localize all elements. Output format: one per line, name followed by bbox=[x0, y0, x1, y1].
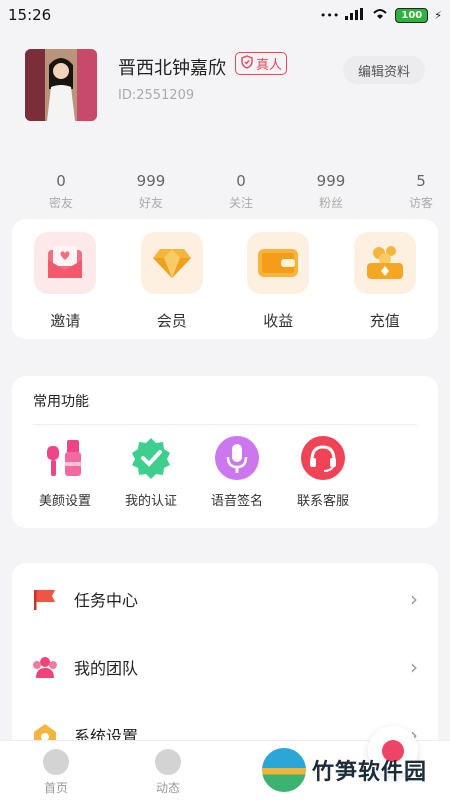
feature-label: 会员 bbox=[156, 312, 187, 330]
common-features-card: 常用功能 美颜设置 我的认证 语音签名 联系客服 bbox=[12, 376, 438, 528]
beauty-settings-button[interactable]: 美颜设置 bbox=[22, 434, 108, 509]
stat-label: 粉丝 bbox=[318, 196, 343, 210]
my-verification-button[interactable]: 我的认证 bbox=[108, 434, 194, 509]
tab-label: 首页 bbox=[43, 781, 68, 795]
stats-row: 0 密友 999 好友 0 关注 999 粉丝 5 访客 bbox=[0, 172, 450, 211]
stat-fans[interactable]: 999 粉丝 bbox=[286, 172, 376, 211]
stat-label: 关注 bbox=[228, 196, 253, 210]
headset-icon bbox=[299, 434, 347, 482]
compass-icon bbox=[155, 749, 181, 775]
team-icon bbox=[32, 654, 58, 680]
stat-following[interactable]: 0 关注 bbox=[196, 172, 286, 211]
common-items: 美颜设置 我的认证 语音签名 联系客服 bbox=[22, 434, 366, 509]
tab-label: 动态 bbox=[155, 781, 180, 795]
tab-home[interactable]: 首页 bbox=[26, 749, 86, 796]
shield-icon bbox=[240, 54, 254, 73]
list-item-label: 我的团队 bbox=[74, 659, 139, 678]
list-item-my-team[interactable]: 我的团队 › bbox=[12, 633, 438, 701]
stat-value: 999 bbox=[316, 172, 346, 190]
stat-label: 好友 bbox=[138, 196, 163, 210]
signal-icon bbox=[345, 7, 365, 23]
coin-box-icon bbox=[353, 232, 416, 294]
diamond-icon bbox=[140, 232, 203, 294]
watermark: 竹笋软件园 bbox=[262, 748, 427, 792]
feature-earnings[interactable]: 收益 bbox=[243, 232, 313, 339]
voice-signature-button[interactable]: 语音签名 bbox=[194, 434, 280, 509]
verified-label: 真人 bbox=[256, 58, 283, 73]
divider bbox=[33, 424, 417, 425]
main-features-card: 邀请 会员 收益 充值 bbox=[12, 219, 438, 339]
list-item-label: 任务中心 bbox=[74, 591, 139, 610]
watermark-text: 竹笋软件园 bbox=[312, 760, 428, 785]
common-item-label: 我的认证 bbox=[124, 494, 177, 509]
wallet-icon bbox=[247, 232, 310, 294]
feature-label: 收益 bbox=[263, 312, 294, 330]
microphone-icon bbox=[213, 434, 261, 482]
chevron-right-icon: › bbox=[410, 655, 418, 679]
feature-label: 邀请 bbox=[50, 312, 81, 330]
common-item-label: 语音签名 bbox=[210, 494, 263, 509]
feature-invite[interactable]: 邀请 bbox=[30, 232, 100, 339]
stat-value: 999 bbox=[136, 172, 166, 190]
feature-recharge[interactable]: 充值 bbox=[350, 232, 420, 339]
list-item-task-center[interactable]: 任务中心 › bbox=[12, 565, 438, 633]
section-title: 常用功能 bbox=[33, 394, 89, 410]
stat-visitors[interactable]: 5 访客 bbox=[376, 172, 450, 211]
wifi-icon bbox=[371, 7, 389, 23]
flag-icon bbox=[32, 586, 58, 612]
home-icon bbox=[43, 749, 69, 775]
feature-vip[interactable]: 会员 bbox=[137, 232, 207, 339]
verified-badge: 真人 bbox=[235, 52, 288, 75]
status-bar: 15:26 ••• 100 ⚡ bbox=[0, 0, 450, 30]
common-item-label: 联系客服 bbox=[296, 494, 349, 509]
profile-header: 晋西北钟嘉欣 真人 ID:2551209 编辑资料 0 密友 999 好友 0 … bbox=[0, 30, 450, 210]
user-id: ID:2551209 bbox=[118, 88, 195, 103]
dots-icon: ••• bbox=[319, 8, 340, 22]
charging-icon: ⚡ bbox=[434, 8, 442, 22]
tab-moments[interactable]: 动态 bbox=[138, 749, 198, 796]
chevron-right-icon: › bbox=[410, 587, 418, 611]
stat-value: 0 bbox=[56, 172, 66, 190]
stat-value: 0 bbox=[236, 172, 246, 190]
contact-support-button[interactable]: 联系客服 bbox=[280, 434, 366, 509]
badge-check-icon bbox=[127, 434, 175, 482]
common-item-label: 美颜设置 bbox=[38, 494, 91, 509]
avatar[interactable] bbox=[25, 49, 97, 121]
status-icons: ••• 100 ⚡ bbox=[320, 7, 442, 23]
feature-label: 充值 bbox=[369, 312, 400, 330]
stat-value: 5 bbox=[416, 172, 426, 190]
watermark-logo-icon bbox=[262, 748, 306, 792]
stat-label: 访客 bbox=[408, 196, 433, 210]
battery-indicator: 100 bbox=[395, 7, 429, 23]
edit-profile-button[interactable]: 编辑资料 bbox=[343, 56, 425, 84]
user-name: 晋西北钟嘉欣 bbox=[118, 58, 226, 79]
makeup-icon bbox=[41, 434, 89, 482]
status-time: 15:26 bbox=[8, 6, 52, 24]
stat-friends-close[interactable]: 0 密友 bbox=[16, 172, 106, 211]
stat-friends[interactable]: 999 好友 bbox=[106, 172, 196, 211]
stat-label: 密友 bbox=[48, 196, 73, 210]
envelope-heart-icon bbox=[34, 232, 97, 294]
